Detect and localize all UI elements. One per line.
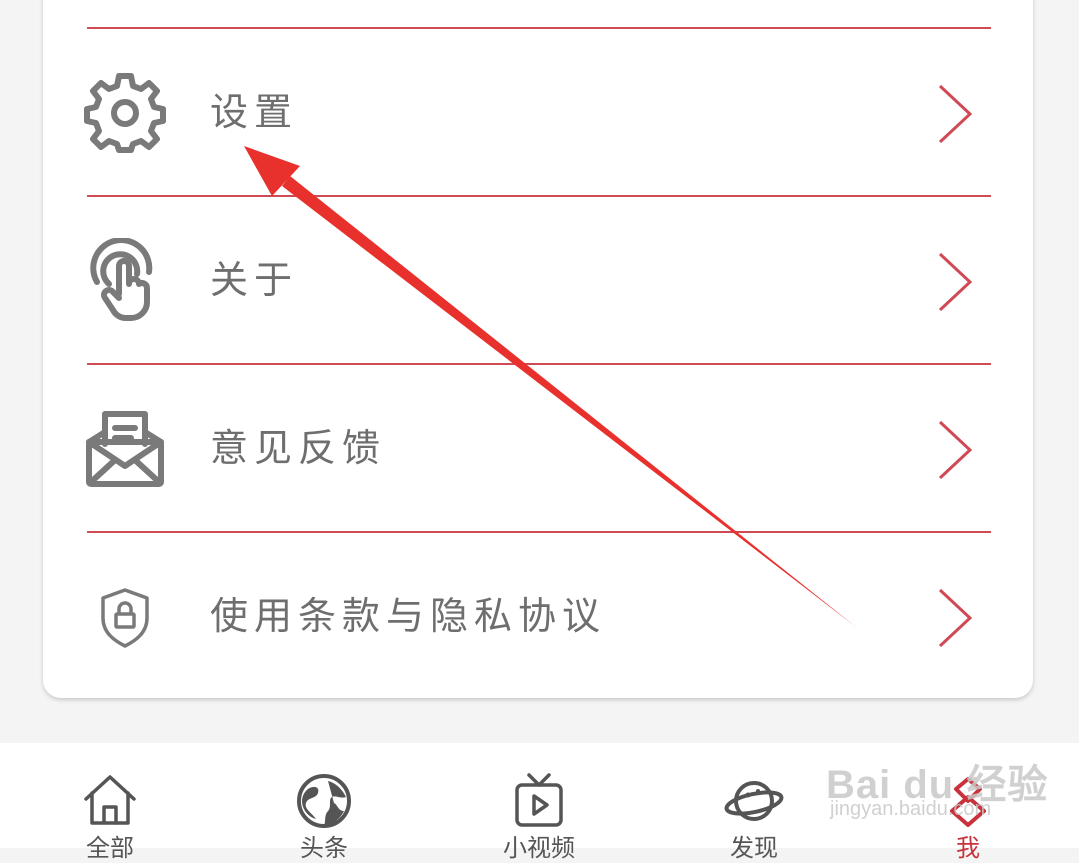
home-icon <box>80 771 140 831</box>
tab-headlines[interactable]: 头条 <box>264 743 384 862</box>
tab-me[interactable]: 我 <box>908 743 1028 862</box>
tab-label: 小视频 <box>503 834 575 862</box>
profile-icon <box>938 771 998 831</box>
tab-label: 我 <box>956 834 980 862</box>
planet-icon <box>724 771 784 831</box>
chevron-right-icon <box>936 82 976 146</box>
menu-card: 设置 关于 意见反馈 使用条款与隐私协议 <box>43 0 1033 698</box>
menu-item-label: 关于 <box>210 258 299 302</box>
chevron-right-icon <box>936 586 976 650</box>
bottom-tab-bar: 全部 头条 小视频 发现 我 <box>0 743 1079 862</box>
mail-feedback-icon <box>83 406 167 490</box>
shield-lock-icon <box>83 574 167 658</box>
menu-item-label: 意见反馈 <box>210 426 387 470</box>
tab-short-video[interactable]: 小视频 <box>479 743 599 862</box>
menu-item-about[interactable]: 关于 <box>43 197 1033 363</box>
menu-item-terms-privacy[interactable]: 使用条款与隐私协议 <box>43 533 1033 699</box>
tab-label: 全部 <box>86 834 134 862</box>
tab-label: 发现 <box>730 834 778 862</box>
chevron-right-icon <box>936 418 976 482</box>
tab-discover[interactable]: 发现 <box>694 743 814 862</box>
chevron-right-icon <box>936 250 976 314</box>
tv-play-icon <box>509 771 569 831</box>
menu-item-label: 设置 <box>210 90 299 134</box>
menu-item-settings[interactable]: 设置 <box>43 29 1033 195</box>
tab-label: 头条 <box>300 834 348 862</box>
touch-hand-icon <box>83 238 167 322</box>
tab-all[interactable]: 全部 <box>50 743 170 862</box>
globe-icon <box>294 771 354 831</box>
gear-icon <box>83 70 167 154</box>
menu-item-label: 使用条款与隐私协议 <box>210 594 607 638</box>
menu-item-feedback[interactable]: 意见反馈 <box>43 365 1033 531</box>
